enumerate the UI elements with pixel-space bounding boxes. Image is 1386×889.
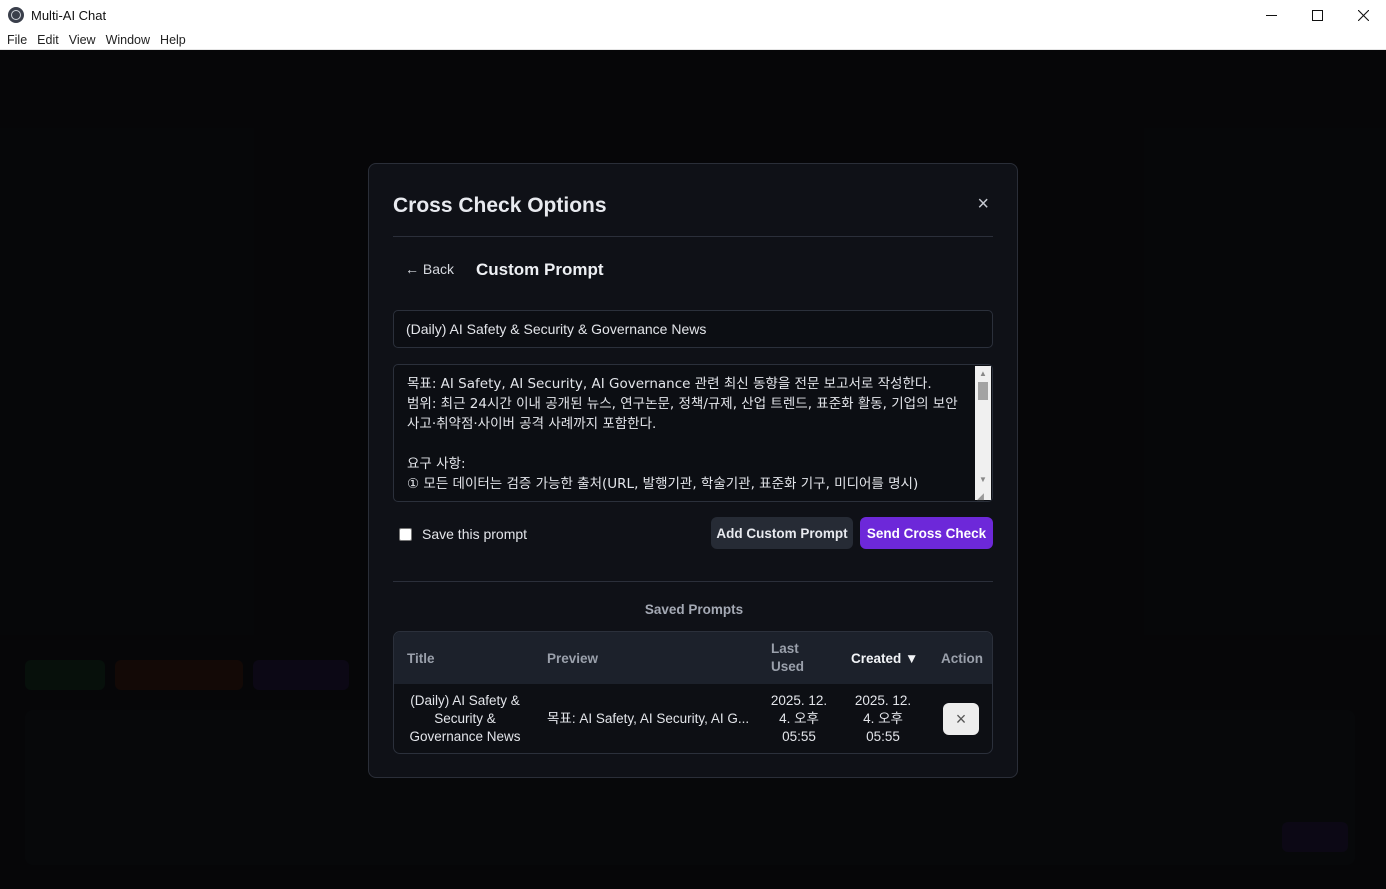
prompt-title-input[interactable] (393, 310, 993, 348)
scroll-up-icon[interactable]: ▲ (975, 366, 991, 380)
row-title-line: Governance News (409, 729, 521, 744)
menu-window[interactable]: Window (101, 33, 155, 47)
column-created-sorted[interactable]: Created ▼ (851, 632, 918, 684)
menu-file[interactable]: File (2, 33, 32, 47)
menu-help[interactable]: Help (155, 33, 191, 47)
row-last-used-line: 4. 오후 (779, 711, 819, 726)
divider (393, 236, 993, 237)
save-prompt-label[interactable]: Save this prompt (422, 526, 527, 542)
row-title-line: Security & (434, 711, 496, 726)
row-title: (Daily) AI Safety & Security & Governanc… (394, 684, 536, 753)
row-created-line: 2025. 12. (854, 693, 912, 708)
scroll-thumb[interactable] (978, 382, 988, 400)
textarea-scrollbar[interactable]: ▲ ▼ (975, 366, 991, 500)
send-cross-check-button[interactable]: Send Cross Check (860, 517, 993, 549)
add-custom-prompt-button[interactable]: Add Custom Prompt (711, 517, 853, 549)
table-header: Title Preview Last Used Created ▼ Action (394, 632, 992, 684)
row-last-used: 2025. 12. 4. 오후 05:55 (758, 684, 840, 753)
row-created: 2025. 12. 4. 오후 05:55 (842, 684, 924, 753)
app-logo-icon (8, 7, 24, 23)
close-icon[interactable] (1340, 0, 1386, 30)
menu-view[interactable]: View (64, 33, 101, 47)
minimize-icon[interactable] (1248, 0, 1294, 30)
column-action: Action (941, 650, 983, 666)
prompt-textarea-content: 목표: AI Safety, AI Security, AI Governanc… (407, 376, 958, 492)
column-last-used[interactable]: Last Used (771, 632, 804, 684)
section-title: Custom Prompt (476, 260, 604, 279)
row-last-used-line: 2025. 12. (770, 693, 828, 708)
row-title-line: (Daily) AI Safety & (410, 693, 520, 708)
window-titlebar: Multi-AI Chat (0, 0, 1386, 30)
window-title: Multi-AI Chat (31, 7, 107, 23)
row-preview: 목표: AI Safety, AI Security, AI G... (547, 711, 750, 726)
modal-title: Cross Check Options (393, 194, 607, 217)
close-modal-icon[interactable]: × (977, 194, 989, 214)
column-title[interactable]: Title (407, 632, 435, 684)
row-last-used-line: 05:55 (782, 729, 816, 744)
scroll-down-icon[interactable]: ▼ (975, 472, 991, 486)
saved-prompts-table: Title Preview Last Used Created ▼ Action… (393, 631, 993, 754)
column-last-used-line1: Last (771, 641, 799, 656)
menu-bar: File Edit View Window Help (0, 30, 1386, 50)
column-last-used-line2: Used (771, 659, 805, 674)
divider (393, 581, 993, 582)
cross-check-modal: Cross Check Options × ← Back Custom Prom… (368, 163, 1018, 778)
row-created-line: 4. 오후 (863, 711, 903, 726)
maximize-icon[interactable] (1294, 0, 1340, 30)
save-prompt-checkbox[interactable] (399, 527, 412, 541)
window-controls (1248, 0, 1386, 30)
saved-prompts-heading: Saved Prompts (644, 602, 744, 617)
back-button[interactable]: ← Back (405, 261, 454, 277)
table-row[interactable]: (Daily) AI Safety & Security & Governanc… (394, 684, 992, 753)
delete-prompt-button[interactable]: × (943, 703, 979, 735)
resize-grip-icon[interactable]: ◢ (977, 491, 991, 501)
column-preview[interactable]: Preview (547, 632, 598, 684)
row-created-line: 05:55 (866, 729, 900, 744)
prompt-textarea[interactable]: 목표: AI Safety, AI Security, AI Governanc… (393, 364, 993, 502)
menu-edit[interactable]: Edit (32, 33, 64, 47)
save-prompt-row: Save this prompt (399, 526, 527, 542)
